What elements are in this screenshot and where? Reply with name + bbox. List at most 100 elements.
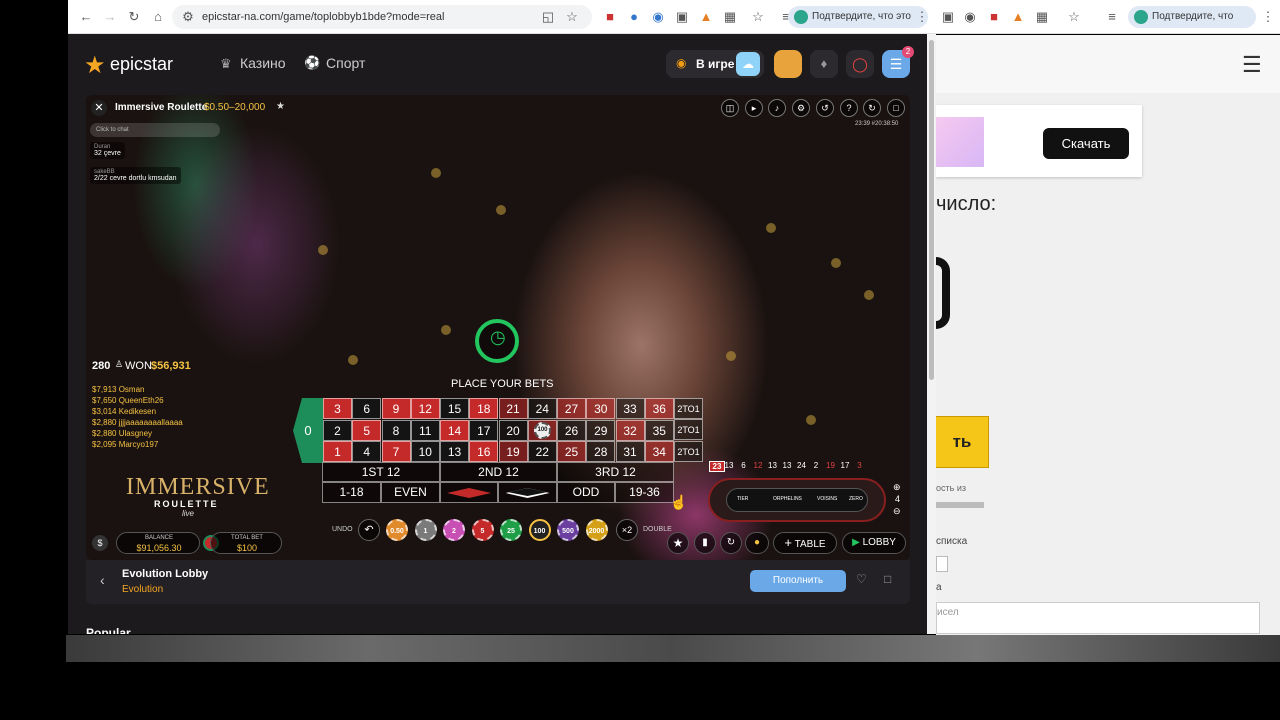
racetrack[interactable]: TIER ORPHELINS VOISINS ZERO	[708, 478, 886, 522]
lobby-button[interactable]: ▶ LOBBY	[842, 532, 906, 554]
confirm-identity-button[interactable]: Подтвердите, что это вы	[1128, 6, 1256, 44]
confirm-identity-button[interactable]: Подтвердите, что это вы	[788, 6, 928, 44]
extension-icon[interactable]: ●	[626, 9, 642, 25]
home-icon[interactable]: ⌂	[150, 9, 166, 25]
chat-icon[interactable]: ◫	[721, 99, 739, 117]
dozen-bet[interactable]: 2ND 12	[440, 462, 557, 482]
fullscreen-icon[interactable]: □	[884, 572, 891, 586]
close-icon[interactable]: ✕	[91, 100, 107, 116]
star-icon[interactable]: ☆	[750, 9, 766, 25]
chip-2000[interactable]: 2000	[585, 519, 608, 541]
minus-icon[interactable]: ⊖	[893, 506, 901, 517]
extension-icon[interactable]: ■	[986, 9, 1002, 25]
number-cell[interactable]: 24	[527, 398, 557, 419]
support-headset-icon[interactable]: ◯	[846, 50, 874, 78]
number-cell[interactable]: 22	[527, 441, 557, 462]
menu-dots-icon[interactable]: ⋮	[1260, 9, 1276, 25]
address-bar[interactable]: ⚙ epicstar-na.com/game/toplobbyb1bde?mod…	[172, 5, 592, 29]
chip-100[interactable]: 100	[528, 519, 551, 541]
chip-25[interactable]: 25	[500, 519, 522, 541]
hamburger-icon[interactable]: ☰	[1242, 52, 1262, 78]
double-button[interactable]: ×2	[616, 519, 638, 541]
number-cell[interactable]: 3	[323, 398, 352, 419]
avatar[interactable]	[774, 50, 802, 78]
heart-icon[interactable]: ♡	[856, 572, 867, 586]
chip-0.50[interactable]: 0.50	[386, 519, 408, 541]
number-cell[interactable]: 13	[440, 441, 469, 462]
number-cell[interactable]: 35	[644, 419, 674, 441]
chip-5[interactable]: 5	[471, 519, 494, 541]
number-cell[interactable]: 29	[586, 419, 616, 441]
number-cell[interactable]: 12	[410, 398, 440, 419]
favorites-star-icon[interactable]: ★	[667, 532, 689, 554]
even-bet[interactable]: EVEN	[381, 482, 440, 503]
table-button[interactable]: + TABLE	[773, 532, 837, 554]
low-bet[interactable]: 1-18	[322, 482, 381, 503]
number-cell[interactable]: 1	[323, 441, 352, 462]
stats-icon[interactable]: ▮	[694, 532, 716, 554]
number-cell[interactable]: 9	[381, 398, 411, 419]
number-cell[interactable]: 20	[498, 419, 528, 441]
favorite-star-icon[interactable]: ★	[276, 101, 285, 112]
column-bet[interactable]: 2TO1	[674, 398, 703, 419]
number-cell[interactable]: 18	[469, 398, 499, 419]
yellow-action-button[interactable]: ть	[936, 416, 989, 468]
volume-icon[interactable]: ♪	[768, 99, 786, 117]
back-chevron-icon[interactable]: ‹	[100, 572, 105, 588]
nav-casino[interactable]: Казино	[240, 55, 286, 71]
number-cell[interactable]: 31	[615, 441, 645, 462]
number-cell[interactable]: 8	[381, 419, 411, 441]
chat-input[interactable]: Click to chat	[90, 123, 220, 137]
odd-bet[interactable]: ODD	[557, 482, 615, 503]
number-input[interactable]: исел	[936, 602, 1260, 634]
site-logo[interactable]: epicstar	[110, 54, 173, 75]
bookmark-star-icon[interactable]: ☆	[564, 9, 580, 25]
column-bet[interactable]: 2TO1	[674, 419, 703, 440]
refresh-icon[interactable]: ↻	[863, 99, 881, 117]
translate-icon[interactable]: ◱	[540, 9, 556, 25]
settings-gear-icon[interactable]: ⚙	[792, 99, 810, 117]
dozen-bet[interactable]: 1ST 12	[322, 462, 440, 482]
fullscreen-icon[interactable]: □	[887, 99, 905, 117]
number-cell[interactable]: 10	[410, 441, 440, 462]
extension-icon[interactable]: ◉	[650, 9, 666, 25]
in-game-button[interactable]: ◉ В игре ☁	[666, 50, 764, 78]
number-cell[interactable]: 5	[352, 419, 382, 441]
number-cell[interactable]: 34	[644, 441, 674, 462]
auto-play-icon[interactable]: ↻	[720, 532, 742, 554]
scrollbar[interactable]	[927, 34, 936, 634]
extension-icon[interactable]: ▣	[674, 9, 690, 25]
puzzle-icon[interactable]: ▦	[722, 9, 738, 25]
number-cell[interactable]: 2	[323, 419, 352, 441]
number-cell[interactable]: 6	[352, 398, 382, 419]
number-cell[interactable]: 32	[615, 419, 645, 441]
number-cell[interactable]: 19	[498, 441, 528, 462]
column-bet[interactable]: 2TO1	[674, 441, 703, 462]
bell-icon[interactable]: ♦	[810, 50, 838, 78]
plus-icon[interactable]: ⊕	[893, 482, 901, 493]
dozen-bet[interactable]: 3RD 12	[557, 462, 674, 482]
number-cell[interactable]: 27	[557, 398, 586, 419]
number-cell[interactable]: 16	[469, 441, 499, 462]
chip-500[interactable]: 500	[557, 519, 579, 541]
number-cell[interactable]: 25	[557, 441, 586, 462]
number-cell[interactable]: 7	[381, 441, 411, 462]
number-cell[interactable]: 11	[410, 419, 440, 441]
number-cell[interactable]: 4	[352, 441, 382, 462]
extension-icon[interactable]: ▣	[940, 9, 956, 25]
black-bet[interactable]	[498, 482, 557, 503]
number-cell[interactable]: 36	[644, 398, 674, 419]
deposit-button[interactable]: Пополнить	[750, 570, 846, 592]
back-icon[interactable]: ←	[78, 9, 94, 25]
provider-link[interactable]: Evolution	[122, 584, 163, 595]
forward-icon[interactable]: →	[102, 9, 118, 25]
help-icon[interactable]: ?	[840, 99, 858, 117]
number-cell[interactable]: 30	[586, 398, 616, 419]
download-button[interactable]: Скачать	[1043, 128, 1129, 159]
metamask-icon[interactable]: ▲	[698, 9, 714, 25]
checkbox[interactable]	[936, 556, 948, 572]
chip-1[interactable]: 1	[414, 519, 437, 541]
video-icon[interactable]: ▸	[745, 99, 763, 117]
metamask-icon[interactable]: ▲	[1010, 9, 1026, 25]
menu-dots-icon[interactable]: ⋮	[914, 9, 930, 25]
